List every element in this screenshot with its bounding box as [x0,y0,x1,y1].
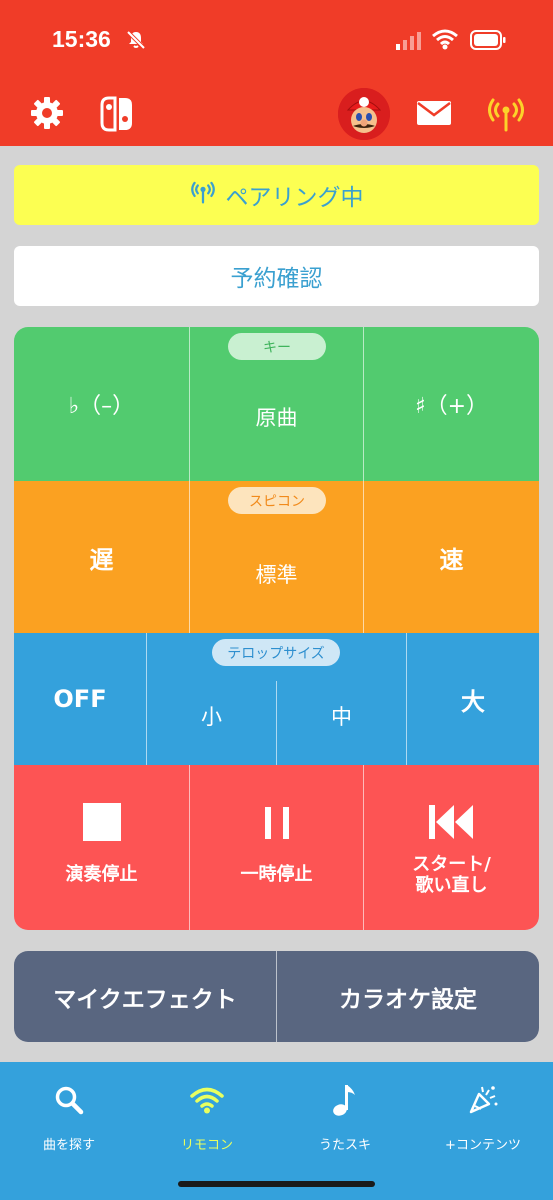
tab-label: +コンテンツ [445,1138,521,1153]
pause-icon [263,807,291,844]
pairing-status-button[interactable]: ペアリング中 [14,165,539,225]
telop-off-button[interactable]: OFF [14,633,146,765]
tab-plus-contents[interactable]: +コンテンツ [414,1080,552,1170]
tab-label: 曲を探す [42,1138,95,1153]
speed-section-badge: スピコン [228,487,326,514]
tab-search-songs[interactable]: 曲を探す [0,1080,138,1170]
tab-remote[interactable]: リモコン [138,1080,276,1170]
broadcast-antenna-icon [190,179,216,211]
app-header: 15:36 [0,0,553,146]
party-popper-icon [467,1080,499,1120]
playback-row: 演奏停止 一時停止 スタート/ 歌い直し [14,765,539,930]
key-section-badge: キー [228,333,326,360]
key-down-button[interactable]: ♭（–） [14,327,189,481]
tempo-normal-label: 標準 [255,563,298,587]
pause-label: 一時停止 [240,864,313,885]
skip-back-icon [428,805,475,844]
restart-label-line1: スタート/ [412,854,491,875]
settings-button-bar: マイクエフェクト カラオケ設定 [14,951,539,1042]
restart-label-line2: 歌い直し [415,875,488,896]
key-down-label: ♭（–） [68,394,135,419]
tempo-slow-button[interactable]: 遅 [14,481,189,633]
telop-section-badge: テロップサイズ [212,639,340,666]
remote-control-panel: ♭（–） 原曲 ♯（+） キー 遅 標準 速 スピコン OFF 小 中 大 テロ… [14,327,539,930]
mail-icon[interactable] [416,100,452,130]
stop-icon [82,803,121,846]
broadcast-antenna-icon[interactable] [486,94,526,138]
mic-effect-button[interactable]: マイクエフェクト [14,951,276,1042]
reservation-label: 予約確認 [230,266,323,292]
user-avatar[interactable] [338,88,390,140]
telop-size-row: OFF 小 中 大 テロップサイズ [14,633,539,765]
silent-bell-icon [126,30,146,54]
telop-off-label: OFF [53,685,107,713]
status-time: 15:36 [52,26,111,52]
telop-large-label: 大 [461,687,485,716]
restart-button[interactable]: スタート/ 歌い直し [364,765,539,930]
bottom-tab-bar: 曲を探す リモコン うたスキ +コンテンツ [0,1062,553,1200]
key-up-label: ♯（+） [414,394,489,419]
key-original-label: 原曲 [255,406,298,430]
cell-signal-icon [396,32,422,54]
settings-gear-icon[interactable] [30,96,64,134]
battery-icon [470,30,506,54]
reservation-check-button[interactable]: 予約確認 [14,246,539,306]
key-up-button[interactable]: ♯（+） [364,327,539,481]
wifi-icon [190,1080,224,1120]
tab-uta-suki[interactable]: うたスキ [276,1080,414,1170]
tempo-slow-label: 遅 [89,545,114,574]
tab-label: うたスキ [318,1138,371,1153]
music-note-icon [331,1080,359,1120]
tempo-fast-button[interactable]: 速 [364,481,539,633]
telop-small-label: 小 [201,705,222,729]
telop-large-button[interactable]: 大 [407,633,539,765]
home-indicator [178,1181,375,1187]
pause-button[interactable]: 一時停止 [190,765,363,930]
search-icon [54,1080,84,1120]
telop-medium-label: 中 [331,705,352,729]
mic-effect-label: マイクエフェクト [53,986,237,1013]
stop-label: 演奏停止 [65,864,138,885]
stop-button[interactable]: 演奏停止 [14,765,189,930]
tempo-fast-label: 速 [439,545,464,574]
pairing-label: ペアリング中 [225,185,364,211]
tab-label: リモコン [180,1138,233,1153]
nintendo-switch-icon[interactable] [100,96,134,136]
karaoke-settings-button[interactable]: カラオケ設定 [277,951,539,1042]
speed-control-row: 遅 標準 速 スピコン [14,481,539,633]
key-row: ♭（–） 原曲 ♯（+） キー [14,327,539,481]
wifi-status-icon [432,28,458,54]
karaoke-settings-label: カラオケ設定 [339,986,477,1013]
